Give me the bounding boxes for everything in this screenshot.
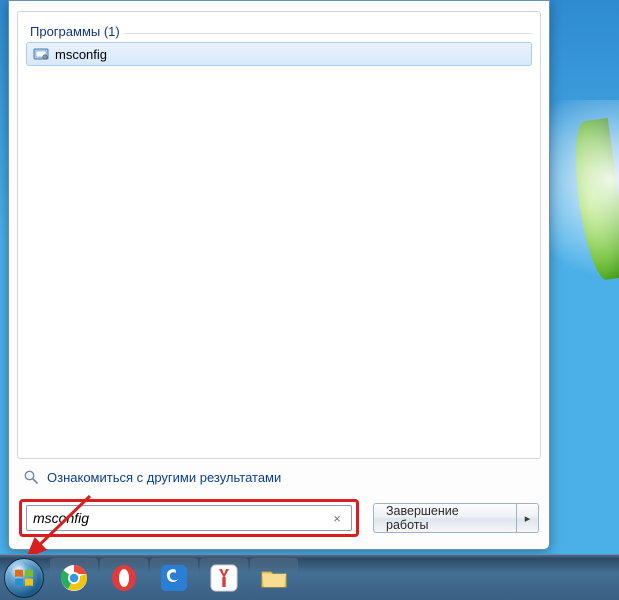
search-result-label: msconfig (55, 47, 107, 62)
shutdown-label: Завершение работы (386, 504, 504, 532)
search-result-msconfig[interactable]: msconfig (26, 42, 532, 66)
search-results-area: Программы (1) msconfig (17, 11, 541, 459)
windows-logo-icon (13, 567, 35, 589)
swirl-icon (159, 563, 189, 593)
msconfig-icon (33, 46, 49, 62)
start-button[interactable] (4, 558, 44, 598)
search-icon (23, 469, 39, 485)
more-results-link[interactable]: Ознакомиться с другими результатами (23, 469, 535, 485)
opera-icon (109, 563, 139, 593)
search-input[interactable] (33, 510, 329, 526)
taskbar (0, 554, 619, 600)
taskbar-item-browser-blue[interactable] (150, 558, 198, 598)
more-results-label: Ознакомиться с другими результатами (47, 470, 281, 485)
taskbar-item-chrome[interactable] (50, 558, 98, 598)
yandex-icon (209, 563, 239, 593)
start-menu-panel: Программы (1) msconfig Ознакомиться с др… (8, 0, 550, 550)
start-menu-bottom-row: × Завершение работы ▸ (9, 491, 549, 549)
shutdown-options-arrow[interactable]: ▸ (517, 503, 539, 533)
taskbar-item-explorer[interactable] (250, 558, 298, 598)
programs-group-header: Программы (1) (26, 24, 124, 39)
clear-search-icon[interactable]: × (329, 510, 345, 526)
folder-icon (259, 563, 289, 593)
shutdown-split-button: Завершение работы ▸ (373, 503, 539, 533)
search-box[interactable]: × (26, 505, 352, 531)
shutdown-button[interactable]: Завершение работы (373, 503, 517, 533)
taskbar-item-yandex[interactable] (200, 558, 248, 598)
chevron-right-icon: ▸ (525, 512, 531, 525)
wallpaper-leaf (568, 118, 619, 282)
search-box-highlight: × (19, 499, 359, 537)
taskbar-item-opera[interactable] (100, 558, 148, 598)
chrome-icon (59, 563, 89, 593)
